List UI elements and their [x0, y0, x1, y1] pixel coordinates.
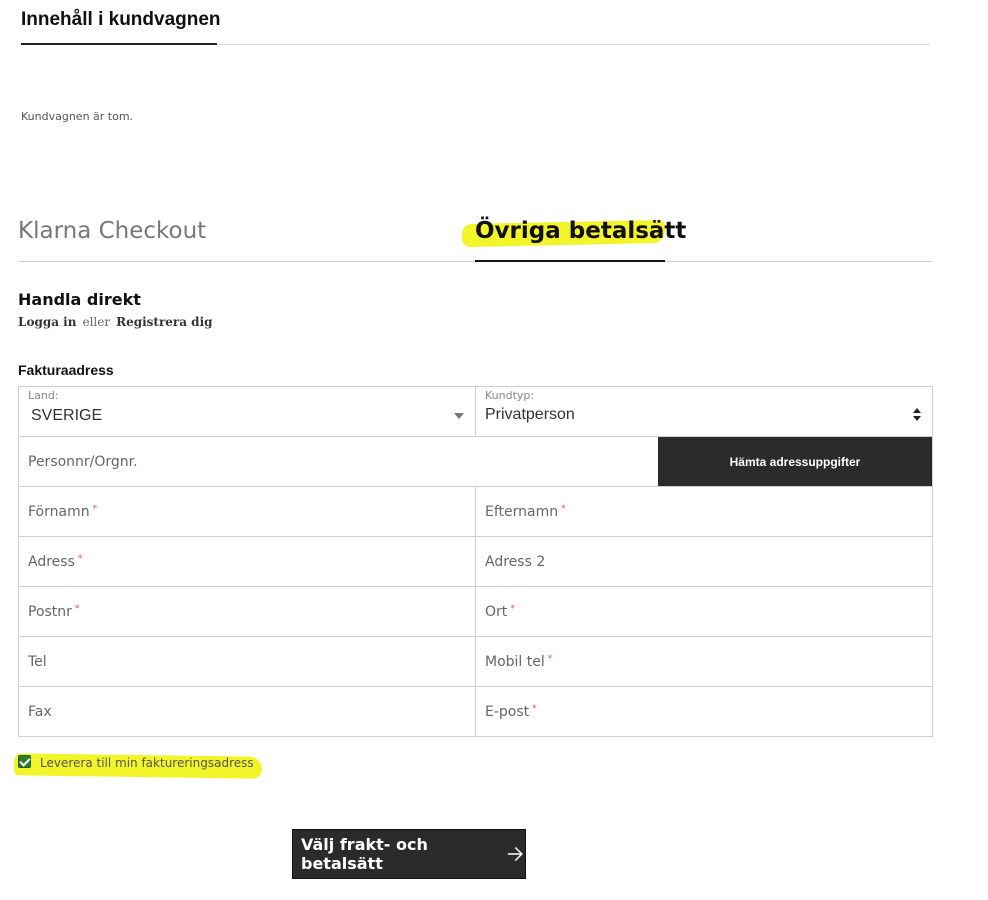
submit-button-label: Välj frakt- och betalsätt: [301, 835, 428, 873]
same-address-checkbox[interactable]: [18, 755, 31, 768]
email-input[interactable]: [476, 687, 932, 736]
chevron-down-icon: [454, 413, 464, 419]
city-placeholder: Ort *: [485, 604, 515, 620]
postcode-placeholder: Postnr *: [28, 604, 80, 620]
select-updown-icon: [913, 408, 923, 424]
tab-klarna-checkout[interactable]: Klarna Checkout: [18, 218, 206, 244]
customer-type-value: Privatperson: [485, 406, 575, 423]
cart-empty-text: Kundvagnen är tom.: [21, 110, 134, 123]
fax-input[interactable]: [19, 687, 475, 736]
country-value: SVERIGE: [31, 407, 103, 424]
firstname-placeholder: Förnamn *: [28, 504, 98, 520]
arrow-right-icon: [508, 846, 524, 862]
required-mark: *: [77, 554, 83, 564]
shop-direct-title: Handla direkt: [18, 290, 141, 309]
choose-shipping-payment-button[interactable]: Välj frakt- och betalsätt: [292, 829, 526, 879]
postcode-input[interactable]: [19, 587, 475, 636]
or-text: eller: [82, 315, 111, 329]
customer-type-label: Kundtyp:: [485, 389, 535, 402]
register-link[interactable]: Registrera dig: [116, 315, 212, 329]
login-row: Logga in eller Registrera dig: [18, 315, 213, 329]
address-input[interactable]: [19, 537, 475, 586]
fax-placeholder: Fax: [28, 704, 52, 720]
required-mark: *: [532, 704, 537, 714]
required-mark: *: [74, 604, 80, 614]
same-address-label[interactable]: Leverera till min faktureringsadress: [40, 756, 254, 770]
tab-other-payment[interactable]: Övriga betalsätt: [475, 218, 686, 244]
email-placeholder: E-post *: [485, 704, 537, 720]
city-input[interactable]: [476, 587, 932, 636]
required-mark: *: [561, 504, 566, 514]
lastname-placeholder: Efternamn *: [485, 504, 566, 520]
required-mark: *: [92, 504, 98, 514]
phone-placeholder: Tel: [28, 654, 47, 670]
billing-address-title: Fakturaadress: [18, 362, 114, 378]
login-link[interactable]: Logga in: [18, 315, 76, 329]
cart-title: Innehåll i kundvagnen: [21, 9, 221, 30]
active-tab-underline: [475, 260, 665, 262]
required-mark: *: [510, 604, 515, 614]
phone-input[interactable]: [19, 637, 475, 686]
country-label: Land:: [28, 389, 59, 402]
address2-placeholder: Adress 2: [485, 554, 546, 570]
address-placeholder: Adress *: [28, 554, 83, 570]
required-mark: *: [547, 654, 553, 664]
mobile-placeholder: Mobil tel *: [485, 654, 553, 670]
personal-number-placeholder: Personnr/Orgnr.: [28, 454, 138, 470]
fetch-address-button[interactable]: Hämta adressuppgifter: [658, 437, 932, 486]
cart-title-underline: [21, 43, 217, 45]
